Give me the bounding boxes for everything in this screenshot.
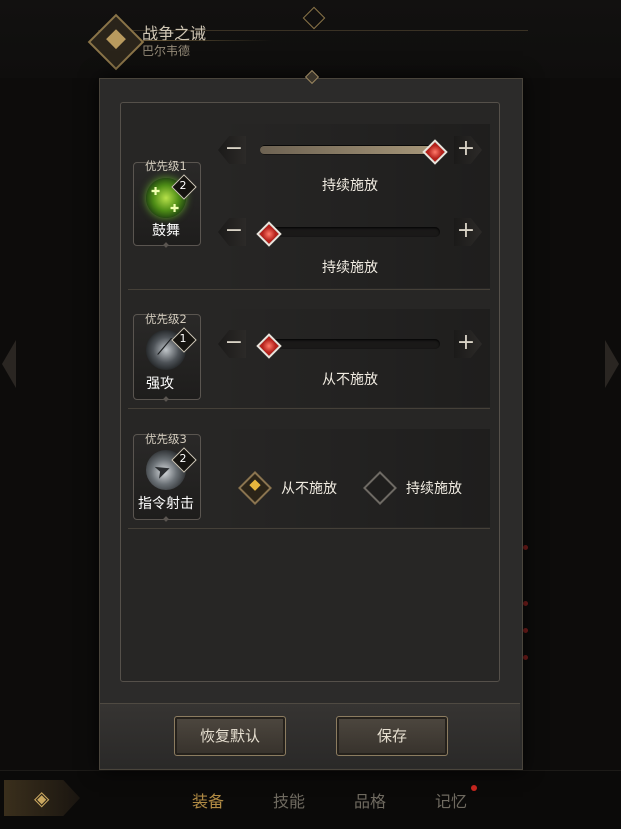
- priority-label: 优先级1: [145, 159, 187, 173]
- bg-red-dot: [523, 655, 528, 660]
- skill-level: 1: [179, 332, 187, 345]
- notification-dot: [471, 785, 477, 791]
- tab-skills[interactable]: 技能: [273, 788, 305, 812]
- bottom-nav-bar: [0, 770, 621, 829]
- row-divider: [128, 528, 490, 529]
- hero-subtitle: 巴尔韦德: [142, 44, 191, 58]
- skill-name: 强攻: [146, 376, 174, 392]
- priority-label: 优先级2: [145, 312, 187, 326]
- priority-label: 优先级3: [145, 432, 187, 446]
- option-never-cast-label[interactable]: 从不施放: [281, 478, 337, 498]
- tab-equipment[interactable]: 装备: [192, 788, 224, 812]
- save-button[interactable]: 保存: [336, 716, 448, 756]
- cast-mode-label: 持续施放: [322, 260, 378, 276]
- option-continuous-cast-label[interactable]: 持续施放: [406, 478, 462, 498]
- bg-red-dot: [523, 601, 528, 606]
- modal-footer: [100, 703, 520, 768]
- bg-red-dot: [523, 545, 528, 550]
- skill-name: 指令射击: [138, 496, 194, 512]
- row-background: [215, 309, 490, 407]
- header-divider: [142, 40, 272, 41]
- bg-red-dot: [523, 628, 528, 633]
- cast-slider-track[interactable]: [260, 339, 440, 349]
- cast-mode-label: 从不施放: [322, 372, 378, 388]
- skill-level: 2: [179, 179, 187, 192]
- cast-slider-fill: [260, 146, 440, 154]
- row-divider: [128, 408, 490, 409]
- tab-memory[interactable]: 记忆: [435, 788, 467, 812]
- skill-name: 鼓舞: [152, 223, 180, 239]
- prev-arrow-icon[interactable]: [2, 340, 16, 388]
- cast-mode-label: 持续施放: [322, 178, 378, 194]
- tab-character[interactable]: 品格: [354, 788, 386, 812]
- next-arrow-icon[interactable]: [605, 340, 619, 388]
- reset-default-button[interactable]: 恢复默认: [174, 716, 286, 756]
- row-divider: [128, 289, 490, 290]
- skill-level: 2: [179, 452, 187, 465]
- cast-slider-track[interactable]: [260, 227, 440, 237]
- cast-slider-track[interactable]: [260, 145, 440, 155]
